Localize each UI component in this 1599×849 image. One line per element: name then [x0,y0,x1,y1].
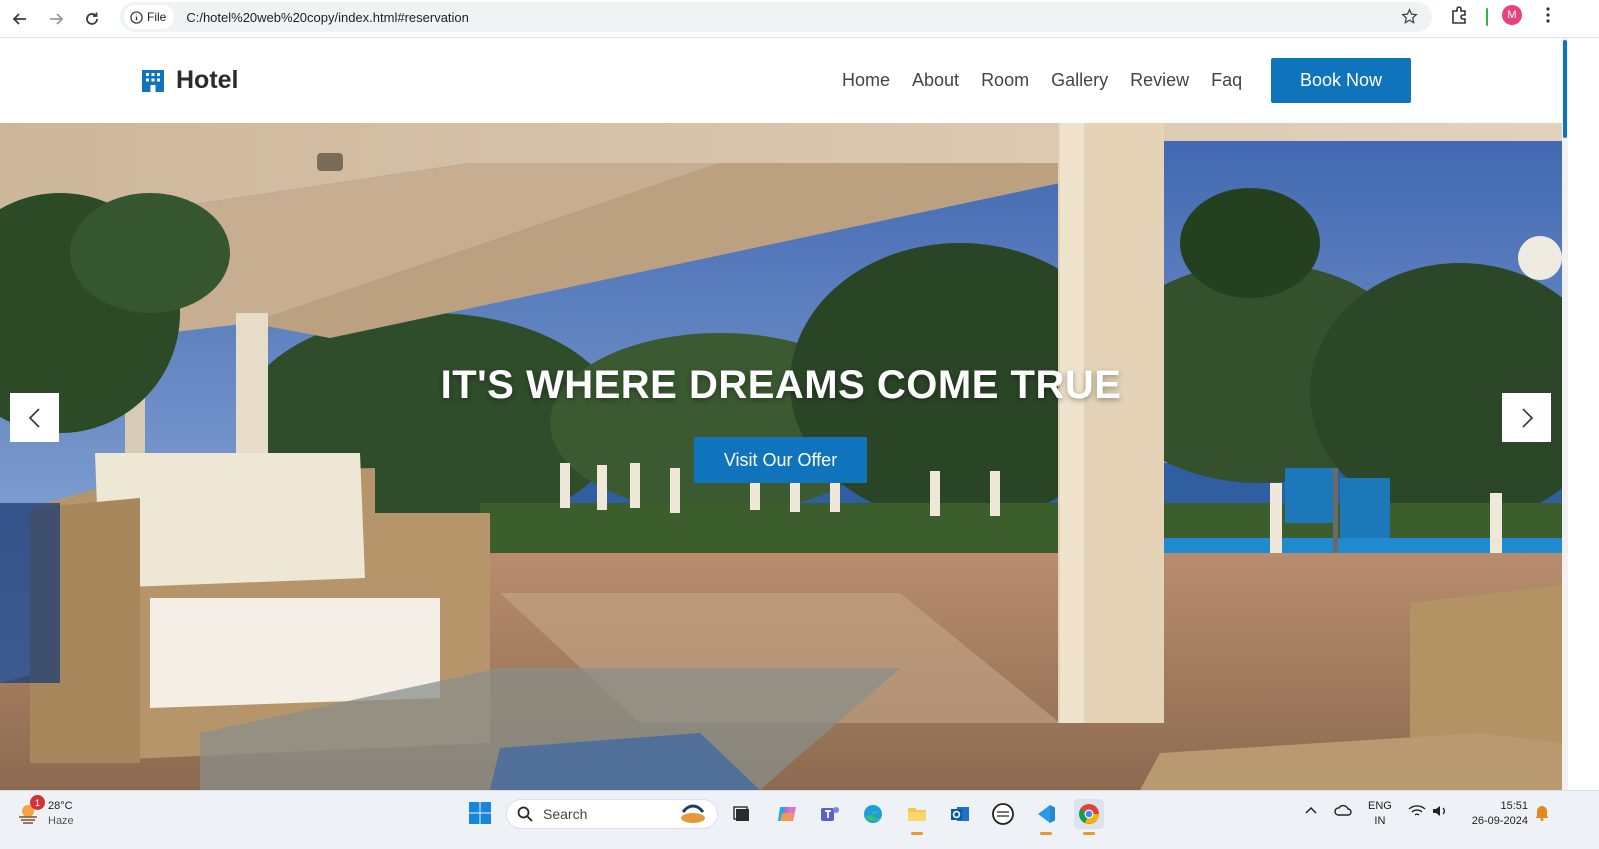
system-clock[interactable]: 15:51 26-09-2024 [1466,799,1528,829]
extensions-puzzle-icon[interactable] [1449,5,1469,30]
site-info-chip[interactable]: File [124,5,175,29]
teams-icon[interactable] [815,799,845,829]
chevron-right-icon [1521,407,1533,428]
carousel-prev-button[interactable] [10,393,59,442]
profile-avatar[interactable]: M [1502,5,1522,25]
carousel-next-button[interactable] [1502,393,1551,442]
main-nav: Home About Room Gallery Review Faq [842,70,1242,91]
edge-browser-icon[interactable] [858,799,888,829]
info-icon [130,10,143,24]
nav-faq[interactable]: Faq [1211,70,1242,91]
visit-offer-button[interactable]: Visit Our Offer [694,437,867,483]
nav-gallery[interactable]: Gallery [1051,70,1108,91]
address-bar[interactable]: File C:/hotel%20web%20copy/index.html#re… [120,2,1432,32]
notification-bell-icon[interactable] [1534,803,1550,824]
tray-chevron-up-icon[interactable] [1305,805,1317,818]
hero-carousel: IT'S WHERE DREAMS COME TRUE Visit Our Of… [0,123,1562,790]
brand-logo[interactable]: Hotel [140,66,239,95]
nav-home[interactable]: Home [842,70,890,91]
wifi-icon[interactable] [1408,804,1426,821]
brand-name: Hotel [176,66,239,94]
chrome-icon[interactable] [1074,799,1104,835]
hero-title: IT'S WHERE DREAMS COME TRUE [440,363,1122,407]
outlook-icon[interactable] [945,799,975,829]
nav-about[interactable]: About [912,70,959,91]
windows-start-icon[interactable] [468,801,492,830]
page-scrollbar-track[interactable] [1562,38,1568,790]
book-now-button[interactable]: Book Now [1271,58,1411,103]
copilot-icon[interactable] [772,799,802,829]
language-region: IN [1374,815,1386,827]
vscode-icon[interactable] [1031,799,1061,835]
nav-review[interactable]: Review [1130,70,1189,91]
hotel-building-icon [142,69,164,92]
dell-app-icon[interactable] [988,799,1018,829]
browser-toolbar: File C:/hotel%20web%20copy/index.html#re… [0,0,1599,38]
taskbar: 28°C Haze 1 Search ENG IN 15:51 26-09-20… [0,790,1599,849]
volume-icon[interactable] [1432,804,1448,821]
more-menu-icon[interactable] [1540,5,1556,30]
site-chip-label: File [147,10,167,24]
taskbar-search-placeholder: Search [543,806,588,822]
site-header: Hotel Home About Room Gallery Review Faq… [0,38,1562,123]
chevron-left-icon [28,407,40,428]
weather-notification-badge: 1 [30,795,45,810]
bookmark-star-icon[interactable] [1401,8,1418,30]
task-view-icon[interactable] [727,799,757,829]
clock-time: 15:51 [1500,800,1528,812]
weather-temperature: 28°C [48,800,73,812]
input-language-indicator[interactable]: ENG IN [1368,799,1392,829]
page-scrollbar-thumb[interactable] [1563,40,1567,138]
forward-arrow-icon[interactable] [40,5,72,33]
back-arrow-icon[interactable] [4,5,36,33]
language-code: ENG [1368,800,1392,812]
weather-description: Haze [48,815,74,827]
search-icon [517,806,533,822]
nav-room[interactable]: Room [981,70,1029,91]
taskbar-search-box[interactable]: Search [506,799,718,829]
url-text[interactable]: C:/hotel%20web%20copy/index.html#reserva… [186,10,469,25]
onedrive-cloud-icon[interactable] [1334,803,1352,820]
file-explorer-icon[interactable] [902,799,932,835]
clock-date: 26-09-2024 [1471,815,1528,827]
toolbar-divider [1486,8,1488,26]
reload-icon[interactable] [76,5,108,33]
search-highlight-bird-icon [681,804,705,823]
